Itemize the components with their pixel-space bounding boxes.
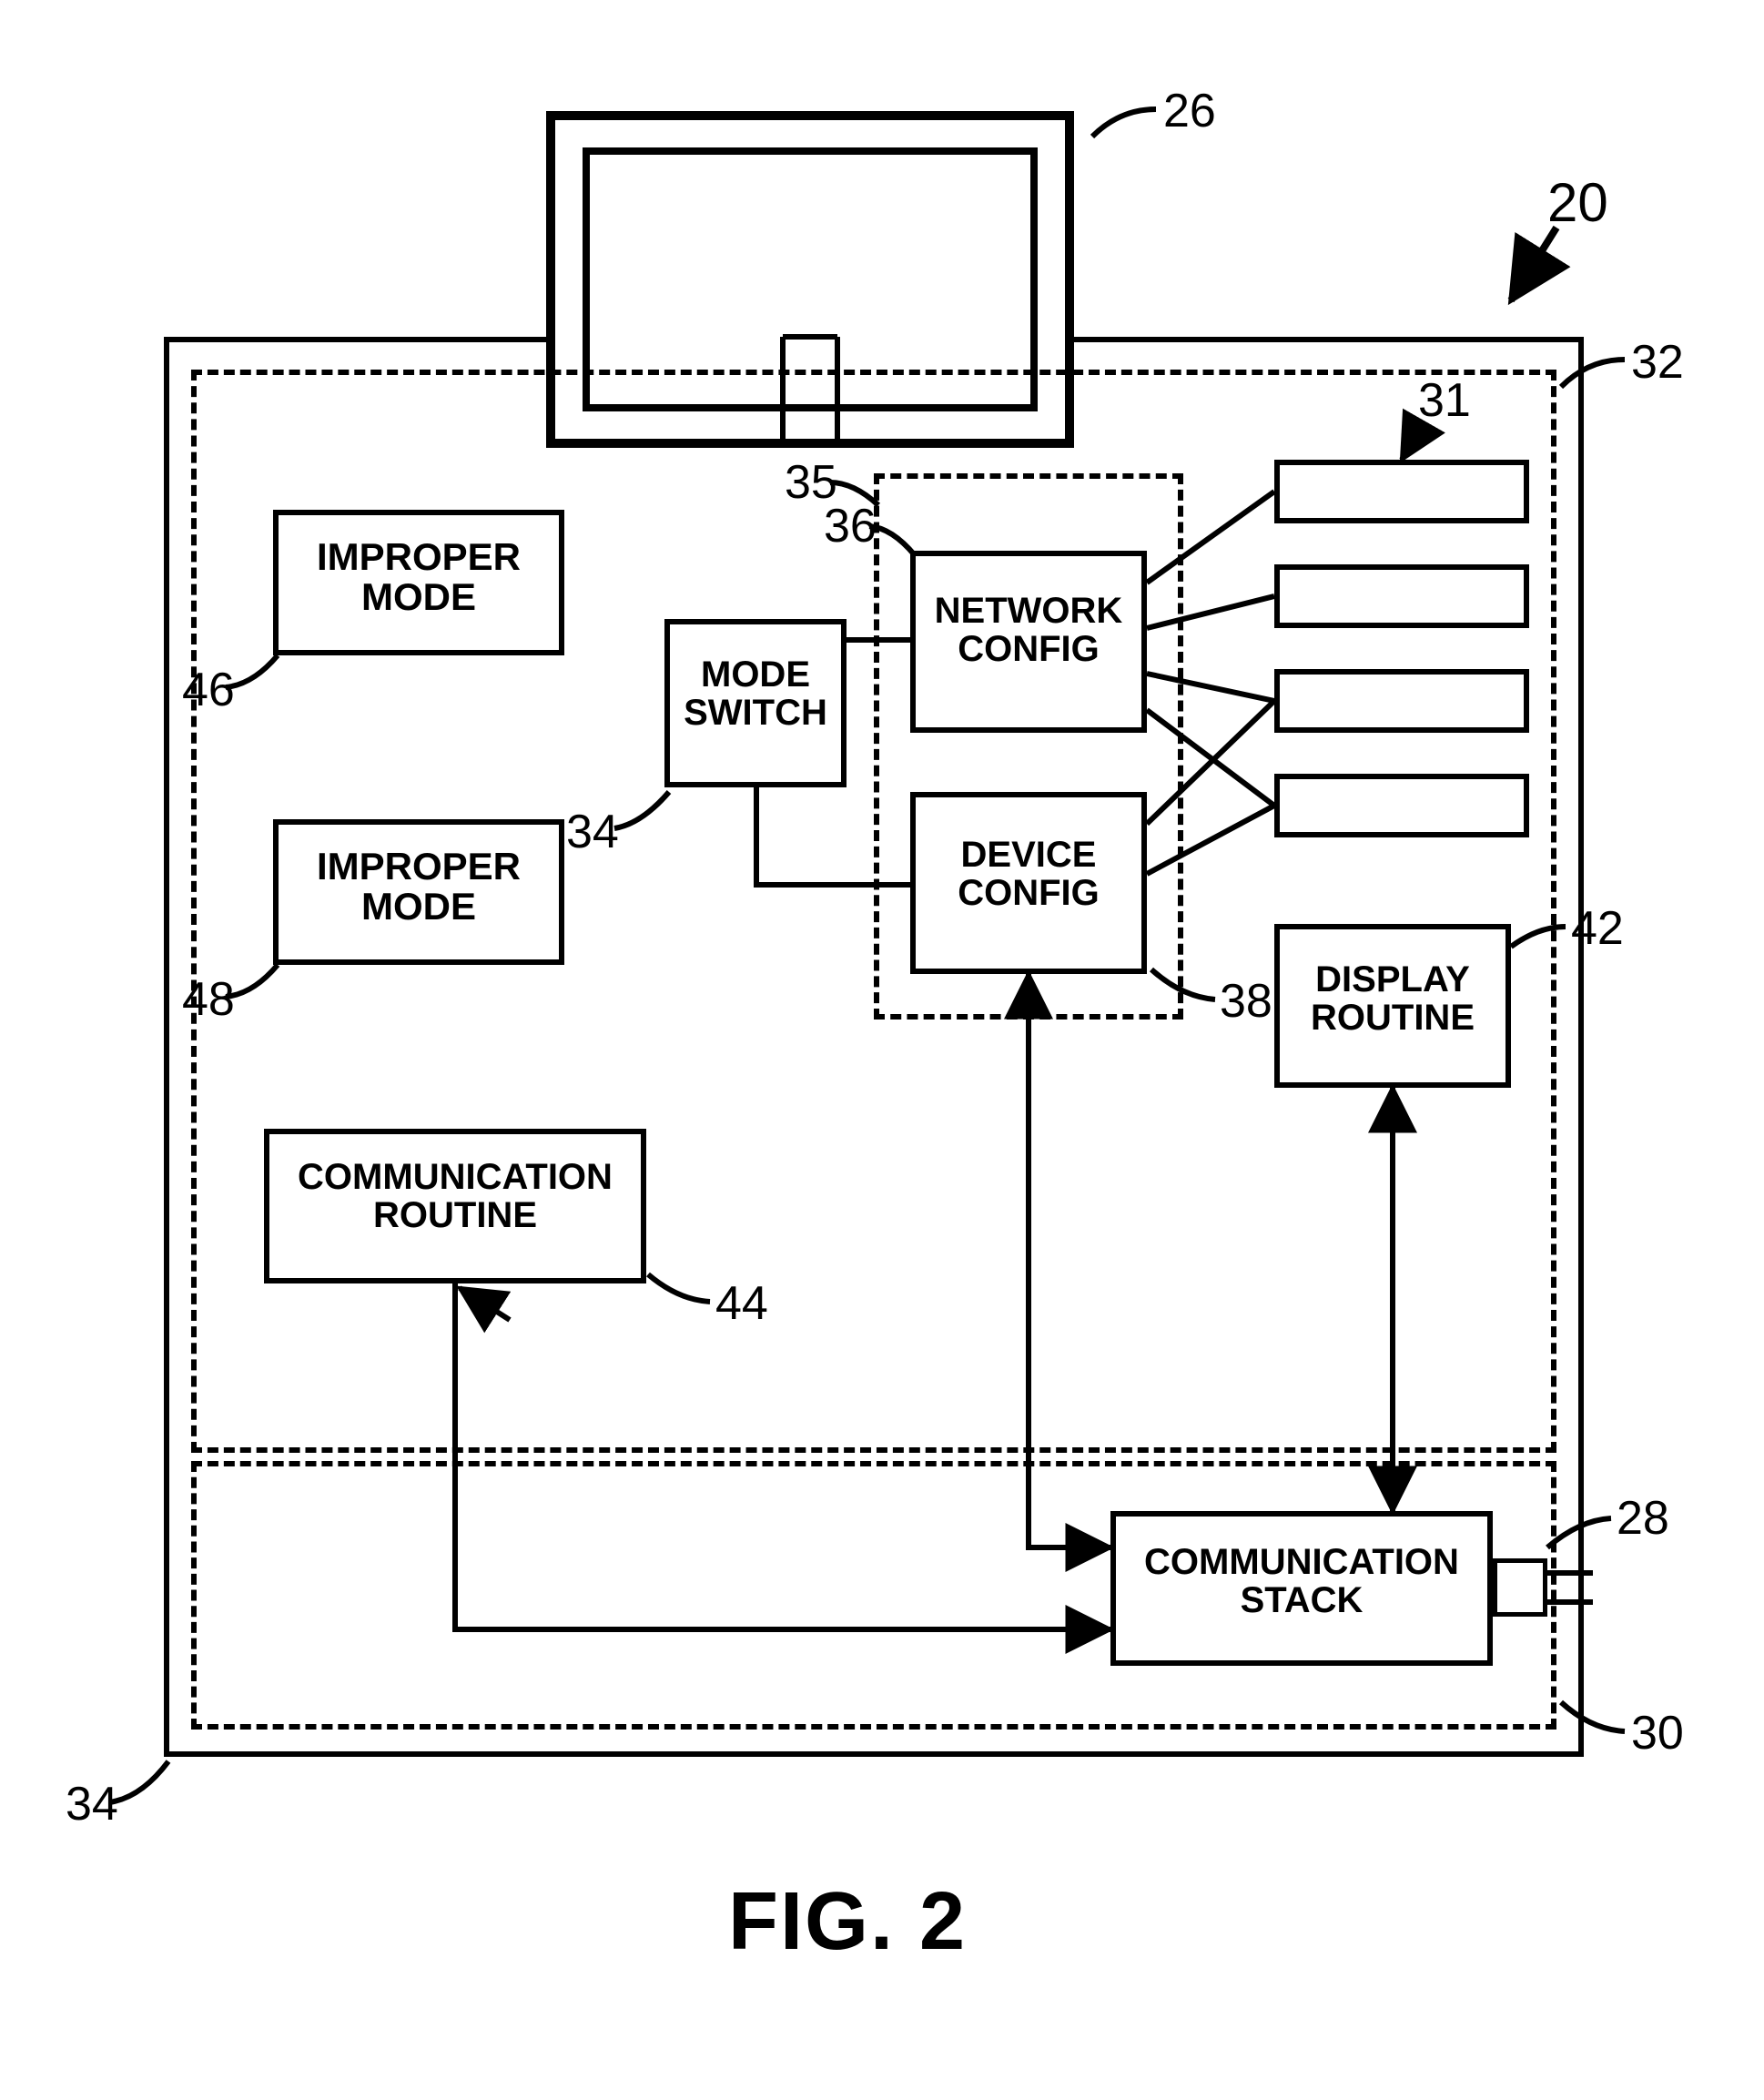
diagram-stage: IMPROPER MODE IMPROPER MODE COMMUNICATIO…	[0, 0, 1764, 2100]
mode-switch-label: MODE SWITCH	[664, 655, 847, 732]
ref-26: 26	[1163, 84, 1216, 138]
connector-plug	[1493, 1558, 1547, 1617]
list-item-31-d	[1274, 774, 1529, 837]
ref-38: 38	[1220, 974, 1272, 1029]
list-item-31-c	[1274, 669, 1529, 733]
ref-30: 30	[1631, 1706, 1684, 1760]
ref-44: 44	[715, 1276, 768, 1331]
communication-routine-label: COMMUNICATION ROUTINE	[264, 1158, 646, 1234]
network-config-label: NETWORK CONFIG	[910, 592, 1147, 668]
mode-to-network	[847, 637, 910, 643]
ref-31: 31	[1418, 373, 1471, 428]
ref-34b: 34	[66, 1777, 118, 1831]
improper-mode-2-label: IMPROPER MODE	[273, 847, 564, 927]
communication-stack-label: COMMUNICATION STACK	[1110, 1543, 1493, 1619]
device-config-label: DEVICE CONFIG	[910, 836, 1147, 912]
ref-34a: 34	[566, 805, 619, 859]
plug-pin-top	[1547, 1570, 1593, 1576]
ref-32: 32	[1631, 335, 1684, 390]
ref-48: 48	[182, 972, 235, 1027]
improper-mode-1-label: IMPROPER MODE	[273, 537, 564, 617]
list-item-31-b	[1274, 564, 1529, 628]
list-item-31-a	[1274, 460, 1529, 523]
mode-to-device	[754, 882, 910, 888]
ref-20: 20	[1547, 171, 1608, 234]
plug-pin-bottom	[1547, 1599, 1593, 1605]
figure-caption: FIG. 2	[728, 1875, 967, 1969]
ref-42: 42	[1571, 901, 1624, 956]
ref-28: 28	[1617, 1491, 1669, 1546]
display-routine-label: DISPLAY ROUTINE	[1274, 960, 1511, 1037]
mode-down	[754, 787, 759, 888]
ref-36: 36	[824, 499, 877, 553]
ref-46: 46	[182, 663, 235, 717]
